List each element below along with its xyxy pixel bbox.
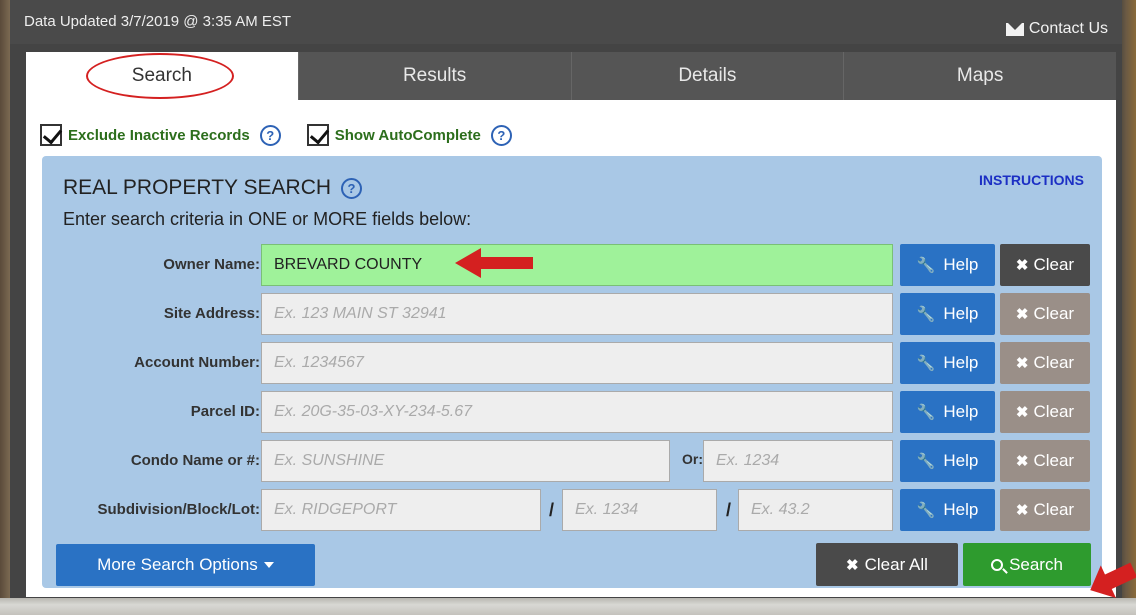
clear-label: Clear: [1033, 353, 1075, 372]
exclude-inactive-help-icon[interactable]: ?: [259, 124, 281, 146]
condo-number-input[interactable]: Ex. 1234: [703, 440, 893, 482]
block-separator: /: [549, 500, 555, 520]
account-number-label: Account Number:: [134, 354, 260, 371]
parcel-id-label: Parcel ID:: [190, 403, 260, 420]
site-address-label: Site Address:: [163, 305, 260, 322]
tab-details[interactable]: Details: [570, 52, 844, 100]
owner-name-help-button[interactable]: 🔧 Help: [900, 244, 995, 286]
chevron-down-icon: [263, 562, 274, 568]
clear-label: Clear: [1033, 402, 1075, 421]
search-options: Exclude Inactive Records ? Show AutoComp…: [40, 124, 512, 146]
wrench-icon: 🔧: [916, 257, 936, 274]
top-bar: Data Updated 3/7/2019 @ 3:35 AM EST Cont…: [10, 0, 1122, 44]
lot-separator: /: [726, 500, 732, 520]
parcel-id-help-button[interactable]: 🔧 Help: [900, 391, 995, 433]
close-icon: ✖: [1015, 306, 1029, 323]
help-label: Help: [943, 304, 979, 323]
site-address-help-button[interactable]: 🔧 Help: [900, 293, 995, 335]
close-icon: ✖: [1015, 257, 1029, 274]
close-icon: ✖: [1015, 355, 1029, 372]
close-icon: ✖: [1015, 502, 1029, 519]
exclude-inactive-label: Exclude Inactive Records: [68, 126, 250, 144]
data-updated-text: Data Updated 3/7/2019 @ 3:35 AM EST: [24, 13, 292, 30]
tab-results[interactable]: Results: [297, 52, 571, 100]
subdivision-help-button[interactable]: 🔧 Help: [900, 489, 995, 531]
annotation-circle: [86, 53, 234, 99]
wrench-icon: 🔧: [916, 306, 936, 323]
clear-all-button[interactable]: ✖ Clear All: [816, 543, 958, 586]
search-title-text: REAL PROPERTY SEARCH: [63, 176, 332, 199]
block-input[interactable]: Ex. 1234: [562, 489, 717, 531]
lot-input[interactable]: Ex. 43.2: [738, 489, 893, 531]
contact-us-label: Contact Us: [1028, 20, 1108, 37]
annotation-arrow-owner: [455, 248, 533, 278]
tab-maps[interactable]: Maps: [843, 52, 1116, 100]
mail-icon: [1005, 22, 1024, 36]
owner-name-input[interactable]: BREVARD COUNTY: [261, 244, 893, 286]
instructions-link[interactable]: INSTRUCTIONS: [979, 172, 1084, 188]
condo-label: Condo Name or #:: [130, 452, 260, 469]
help-label: Help: [943, 500, 979, 519]
show-autocomplete-help-icon[interactable]: ?: [490, 124, 512, 146]
clear-label: Clear: [1033, 304, 1075, 323]
help-label: Help: [943, 402, 979, 421]
clear-all-label: Clear All: [864, 554, 928, 574]
close-icon: ✖: [846, 556, 859, 574]
close-icon: ✖: [1015, 453, 1029, 470]
annotation-arrow-search: [1090, 562, 1136, 599]
show-autocomplete-checkbox[interactable]: [306, 124, 329, 146]
parcel-id-input[interactable]: Ex. 20G-35-03-XY-234-5.67: [261, 391, 893, 433]
condo-name-input[interactable]: Ex. SUNSHINE: [261, 440, 670, 482]
subdivision-label: Subdivision/Block/Lot:: [97, 501, 260, 518]
help-label: Help: [943, 353, 979, 372]
condo-or-label: Or:: [682, 451, 703, 467]
condo-help-button[interactable]: 🔧 Help: [900, 440, 995, 482]
wrench-icon: 🔧: [916, 404, 936, 421]
clear-label: Clear: [1033, 255, 1075, 274]
subdivision-input[interactable]: Ex. RIDGEPORT: [261, 489, 541, 531]
wrench-icon: 🔧: [916, 355, 936, 372]
more-search-options-button[interactable]: More Search Options: [56, 544, 315, 586]
search-button-label: Search: [1009, 554, 1063, 574]
site-address-input[interactable]: Ex. 123 MAIN ST 32941: [261, 293, 893, 335]
search-title: REAL PROPERTY SEARCH ?: [63, 176, 363, 200]
account-number-input[interactable]: Ex. 1234567: [261, 342, 893, 384]
condo-clear-button[interactable]: ✖ Clear: [1000, 440, 1090, 482]
torn-edge-strip: [0, 598, 1136, 615]
search-subtitle: Enter search criteria in ONE or MORE fie…: [63, 209, 472, 229]
owner-name-label: Owner Name:: [163, 256, 260, 273]
show-autocomplete-label: Show AutoComplete: [334, 126, 481, 144]
owner-name-clear-button[interactable]: ✖ Clear: [1000, 244, 1090, 286]
wrench-icon: 🔧: [916, 502, 936, 519]
search-title-help-icon[interactable]: ?: [341, 177, 363, 199]
parcel-id-clear-button[interactable]: ✖ Clear: [1000, 391, 1090, 433]
exclude-inactive-checkbox[interactable]: [40, 124, 62, 146]
search-icon: [991, 558, 1004, 571]
more-search-options-label: More Search Options: [97, 555, 258, 574]
subdivision-clear-button[interactable]: ✖ Clear: [1000, 489, 1090, 531]
account-number-clear-button[interactable]: ✖ Clear: [1000, 342, 1090, 384]
search-button[interactable]: Search: [963, 543, 1091, 586]
clear-label: Clear: [1033, 451, 1075, 470]
help-label: Help: [943, 451, 979, 470]
site-address-clear-button[interactable]: ✖ Clear: [1000, 293, 1090, 335]
close-icon: ✖: [1015, 404, 1029, 421]
clear-label: Clear: [1033, 500, 1075, 519]
wrench-icon: 🔧: [916, 453, 936, 470]
contact-us-link[interactable]: Contact Us: [1005, 20, 1108, 38]
help-label: Help: [943, 255, 979, 274]
account-number-help-button[interactable]: 🔧 Help: [900, 342, 995, 384]
